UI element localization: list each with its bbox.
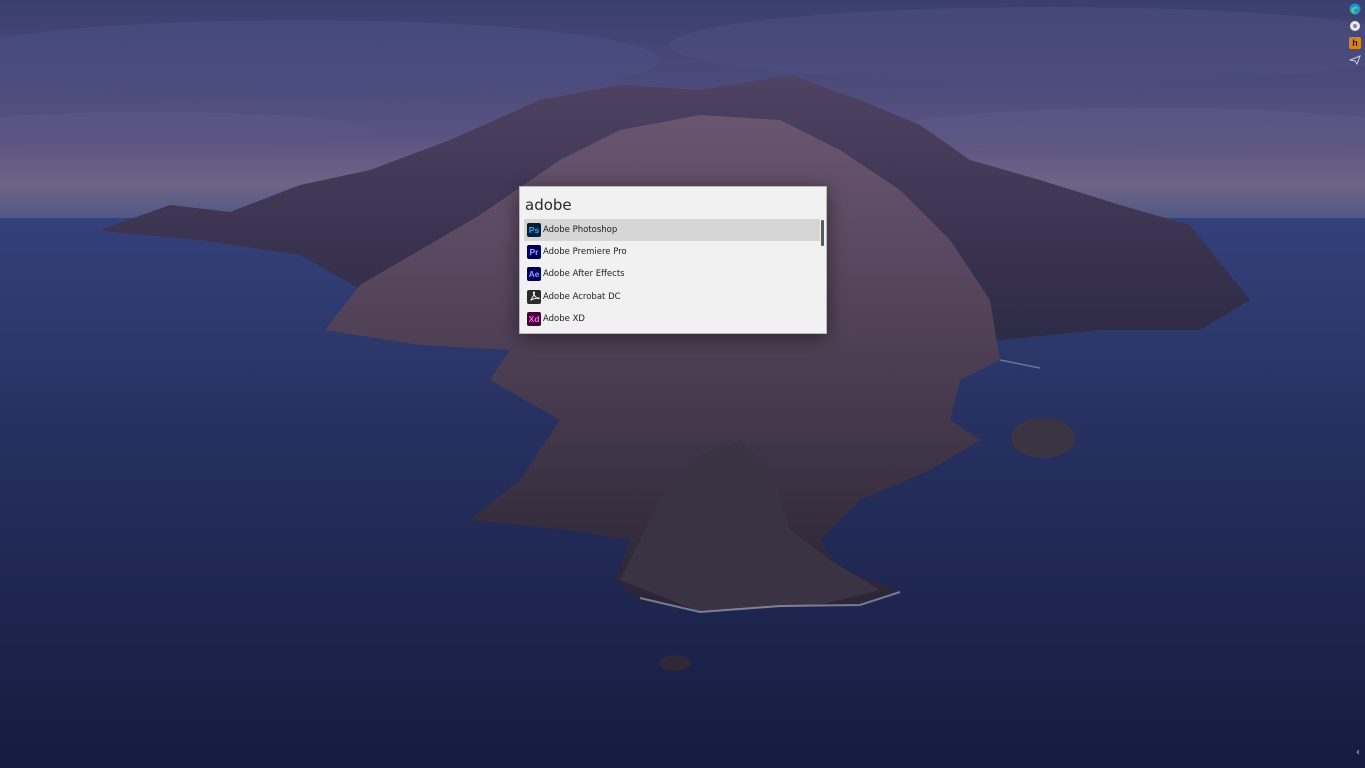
- result-item-adobe-after-effects[interactable]: Ae Adobe After Effects: [524, 263, 820, 285]
- result-item-adobe-premiere-pro[interactable]: Pr Adobe Premiere Pro: [524, 241, 820, 263]
- after-effects-icon: Ae: [527, 267, 541, 282]
- edge-icon[interactable]: [1349, 3, 1361, 15]
- desktop: Ps Adobe Photoshop Pr Adobe Premiere Pro…: [0, 0, 1365, 768]
- result-label: Adobe After Effects: [543, 269, 625, 280]
- result-item-adobe-acrobat-dc[interactable]: Adobe Acrobat DC: [524, 286, 820, 308]
- result-item-adobe-xd[interactable]: Xd Adobe XD: [524, 308, 820, 330]
- results-scrollbar[interactable]: [821, 220, 824, 246]
- network-glyph: [1349, 55, 1361, 65]
- result-label: Adobe Premiere Pro: [543, 247, 627, 258]
- xd-icon: Xd: [527, 311, 541, 326]
- network-icon[interactable]: [1349, 54, 1361, 66]
- result-item-adobe-photoshop[interactable]: Ps Adobe Photoshop: [524, 219, 820, 241]
- acrobat-glyph: [529, 291, 540, 301]
- system-tray: h: [1348, 3, 1362, 71]
- results-list: Ps Adobe Photoshop Pr Adobe Premiere Pro…: [524, 219, 820, 330]
- photoshop-icon: Ps: [527, 223, 541, 237]
- acrobat-icon: [527, 289, 541, 304]
- result-label: Adobe Photoshop: [543, 225, 618, 235]
- settings-icon[interactable]: [1349, 20, 1361, 32]
- chevron-left-icon[interactable]: ‹: [1356, 747, 1360, 758]
- app-launcher: Ps Adobe Photoshop Pr Adobe Premiere Pro…: [519, 186, 827, 334]
- search-input[interactable]: [525, 193, 815, 217]
- app-h-icon[interactable]: h: [1349, 37, 1361, 49]
- premiere-pro-icon: Pr: [527, 245, 541, 260]
- wallpaper-island: [0, 7, 1365, 768]
- edge-glyph: [1349, 3, 1361, 15]
- settings-glyph: [1350, 21, 1360, 31]
- result-label: Adobe XD: [543, 313, 585, 324]
- result-label: Adobe Acrobat DC: [543, 291, 621, 302]
